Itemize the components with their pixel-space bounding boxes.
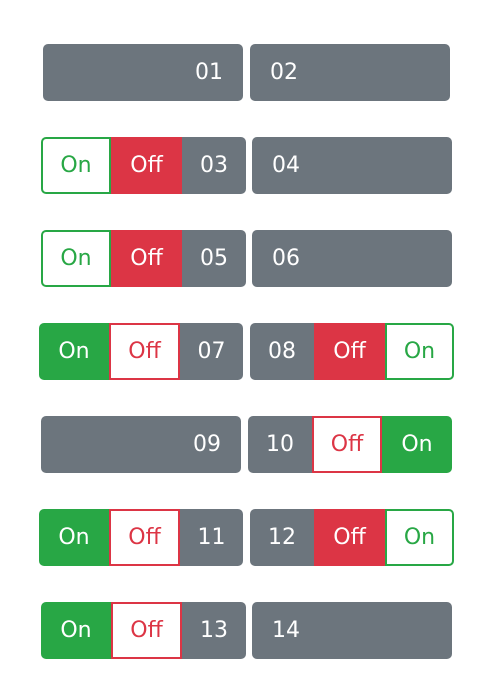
off-label: Off: [128, 339, 161, 364]
label-addon-13: 13: [182, 602, 246, 659]
label-13: 13: [200, 618, 228, 643]
label-addon-07: 07: [180, 323, 243, 380]
off-button-11[interactable]: Off: [109, 509, 180, 566]
on-button-07[interactable]: On: [39, 323, 109, 380]
label-addon-11: 11: [180, 509, 243, 566]
input-group-04: 04: [252, 137, 452, 194]
off-label: Off: [130, 153, 163, 178]
label-11: 11: [197, 525, 226, 550]
off-button-07[interactable]: Off: [109, 323, 180, 380]
input-group-09: 09: [41, 416, 241, 473]
on-label: On: [60, 153, 92, 178]
label-addon-08: 08: [250, 323, 314, 380]
off-label: Off: [333, 339, 366, 364]
label-addon-03: 03: [182, 137, 246, 194]
off-button-10[interactable]: Off: [312, 416, 382, 473]
label-09: 09: [193, 432, 221, 457]
on-label: On: [403, 525, 436, 550]
label-04: 04: [272, 153, 300, 178]
input-group-06: 06: [252, 230, 452, 287]
off-button-13[interactable]: Off: [111, 602, 182, 659]
on-label: On: [60, 618, 92, 643]
label-01: 01: [195, 60, 223, 85]
off-label: Off: [333, 525, 366, 550]
label-10: 10: [266, 432, 294, 457]
on-button-10[interactable]: On: [382, 416, 452, 473]
on-label: On: [403, 339, 436, 364]
input-group-02: 02: [250, 44, 450, 101]
off-button-08[interactable]: Off: [314, 323, 385, 380]
on-label: On: [401, 432, 433, 457]
label-08: 08: [268, 339, 296, 364]
off-label: Off: [330, 432, 364, 457]
label-07: 07: [197, 339, 226, 364]
on-button-05[interactable]: On: [41, 230, 111, 287]
on-label: On: [58, 525, 90, 550]
label-14: 14: [272, 618, 300, 643]
input-group-01: 01: [43, 44, 243, 101]
on-label: On: [60, 246, 92, 271]
on-label: On: [58, 339, 90, 364]
off-label: Off: [128, 525, 161, 550]
on-button-13[interactable]: On: [41, 602, 111, 659]
on-button-03[interactable]: On: [41, 137, 111, 194]
off-button-12[interactable]: Off: [314, 509, 385, 566]
label-02: 02: [270, 60, 298, 85]
off-button-05[interactable]: Off: [111, 230, 182, 287]
off-label: Off: [130, 618, 163, 643]
label-addon-05: 05: [182, 230, 246, 287]
off-button-03[interactable]: Off: [111, 137, 182, 194]
label-12: 12: [268, 525, 296, 550]
label-06: 06: [272, 246, 300, 271]
on-button-11[interactable]: On: [39, 509, 109, 566]
input-group-14: 14: [252, 602, 452, 659]
on-button-08[interactable]: On: [385, 323, 454, 380]
on-button-12[interactable]: On: [385, 509, 454, 566]
label-05: 05: [200, 246, 228, 271]
label-03: 03: [200, 153, 228, 178]
off-label: Off: [130, 246, 163, 271]
label-addon-12: 12: [250, 509, 314, 566]
label-addon-10: 10: [248, 416, 312, 473]
